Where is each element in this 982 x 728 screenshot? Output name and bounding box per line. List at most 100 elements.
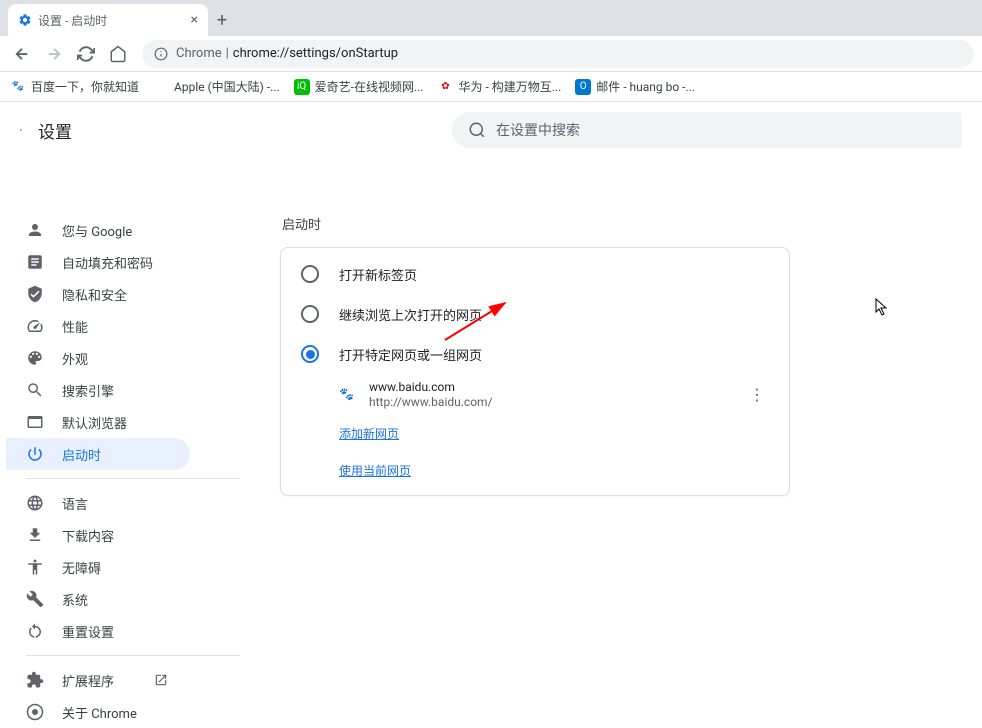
- reload-button[interactable]: [72, 40, 100, 68]
- sidebar-item-label: 隐私和安全: [62, 285, 127, 304]
- radio-option-new-tab[interactable]: 打开新标签页: [281, 254, 789, 294]
- browser-icon: [26, 413, 44, 431]
- baidu-favicon-icon: 🐾: [339, 387, 355, 403]
- sidebar-item-search-engine[interactable]: 搜索引擎: [6, 374, 190, 406]
- sidebar-item-label: 启动时: [62, 445, 101, 464]
- bookmark-label: 华为 - 构建万物互...: [458, 78, 561, 95]
- sidebar-item-autofill[interactable]: 自动填充和密码: [6, 246, 190, 278]
- sidebar-item-about[interactable]: 关于 Chrome: [6, 696, 190, 728]
- speed-icon: [26, 317, 44, 335]
- sidebar-item-privacy[interactable]: 隐私和安全: [6, 278, 190, 310]
- radio-icon: [301, 305, 319, 323]
- search-placeholder: 在设置中搜索: [496, 120, 580, 140]
- bookmark-iqiyi[interactable]: iQ 爱奇艺-在线视频网...: [294, 78, 424, 95]
- bookmarks-bar: 🐾 百度一下，你就知道 Apple (中国大陆) -... iQ 爱奇艺-在线视…: [0, 72, 982, 102]
- extension-icon: [26, 671, 44, 689]
- person-icon: [26, 221, 44, 239]
- search-icon: [26, 381, 44, 399]
- sidebar-item-label: 重置设置: [62, 622, 114, 641]
- home-icon: [109, 45, 127, 63]
- bookmark-label: 百度一下，你就知道: [31, 78, 139, 95]
- radio-label: 打开特定网页或一组网页: [339, 345, 482, 364]
- sidebar-item-label: 搜索引擎: [62, 381, 114, 400]
- sidebar-item-label: 性能: [62, 317, 88, 336]
- info-icon: [154, 47, 168, 61]
- home-button[interactable]: [104, 40, 132, 68]
- more-options-button[interactable]: ⋮: [745, 385, 769, 404]
- page-name: www.baidu.com: [369, 380, 731, 394]
- reset-icon: [26, 622, 44, 640]
- autofill-icon: [26, 253, 44, 271]
- bookmark-label: 爱奇艺-在线视频网...: [315, 78, 424, 95]
- page-title: 设置: [38, 118, 72, 143]
- settings-header: 设置 在设置中搜索: [0, 102, 982, 158]
- browser-tab[interactable]: 设置 - 启动时 ×: [8, 4, 208, 36]
- radio-label: 继续浏览上次打开的网页: [339, 305, 482, 324]
- bookmark-apple[interactable]: Apple (中国大陆) -...: [153, 78, 280, 95]
- search-icon: [468, 121, 486, 139]
- sidebar-item-you-and-google[interactable]: 您与 Google: [6, 214, 190, 246]
- bookmark-baidu[interactable]: 🐾 百度一下，你就知道: [10, 78, 139, 95]
- sidebar-item-label: 外观: [62, 349, 88, 368]
- tab-strip: 设置 - 启动时 × +: [0, 0, 982, 36]
- startup-card: 打开新标签页 继续浏览上次打开的网页 打开特定网页或一组网页 🐾 www.bai…: [280, 247, 790, 496]
- iqiyi-icon: iQ: [294, 79, 310, 95]
- sidebar-item-downloads[interactable]: 下载内容: [6, 519, 190, 551]
- bookmark-label: 邮件 - huang bo -...: [596, 78, 695, 95]
- forward-button[interactable]: [40, 40, 68, 68]
- close-icon[interactable]: ×: [191, 12, 198, 28]
- sidebar-item-system[interactable]: 系统: [6, 583, 190, 615]
- sidebar-item-label: 无障碍: [62, 558, 101, 577]
- sidebar-item-appearance[interactable]: 外观: [6, 342, 190, 374]
- radio-icon: [301, 345, 319, 363]
- sidebar-item-performance[interactable]: 性能: [6, 310, 190, 342]
- sidebar-item-startup[interactable]: 启动时: [6, 438, 190, 470]
- settings-sidebar: 您与 Google 自动填充和密码 隐私和安全 性能 外观 搜索引擎 默认浏览器: [0, 158, 260, 653]
- radio-option-continue[interactable]: 继续浏览上次打开的网页: [281, 294, 789, 334]
- address-url: chrome://settings/onStartup: [233, 46, 398, 61]
- arrow-right-icon: [45, 45, 63, 63]
- outlook-icon: O: [575, 79, 591, 95]
- bookmark-outlook[interactable]: O 邮件 - huang bo -...: [575, 78, 695, 95]
- sidebar-item-label: 默认浏览器: [62, 413, 127, 432]
- address-bar[interactable]: Chrome | chrome://settings/onStartup: [142, 40, 974, 68]
- radio-option-specific-pages[interactable]: 打开特定网页或一组网页: [281, 334, 789, 374]
- huawei-icon: ✿: [437, 79, 453, 95]
- chrome-icon: [26, 703, 44, 721]
- globe-icon: [26, 494, 44, 512]
- add-page-link[interactable]: 添加新网页: [339, 427, 399, 441]
- startup-page-row: 🐾 www.baidu.com http://www.baidu.com/ ⋮: [281, 374, 789, 415]
- sidebar-item-default-browser[interactable]: 默认浏览器: [6, 406, 190, 438]
- sidebar-item-label: 系统: [62, 590, 88, 609]
- wrench-icon: [26, 590, 44, 608]
- paw-icon: 🐾: [10, 79, 26, 95]
- back-button[interactable]: [8, 40, 36, 68]
- bookmark-huawei[interactable]: ✿ 华为 - 构建万物互...: [437, 78, 561, 95]
- bookmark-label: Apple (中国大陆) -...: [174, 78, 280, 95]
- apple-icon: [153, 79, 169, 95]
- sidebar-item-label: 您与 Google: [62, 221, 132, 240]
- sidebar-item-label: 下载内容: [62, 526, 114, 545]
- accessibility-icon: [26, 558, 44, 576]
- sidebar-item-languages[interactable]: 语言: [6, 487, 190, 519]
- sidebar-item-label: 语言: [62, 494, 88, 513]
- sidebar-divider: [26, 655, 240, 656]
- radio-label: 打开新标签页: [339, 265, 417, 284]
- sidebar-item-reset[interactable]: 重置设置: [6, 615, 190, 647]
- tab-title: 设置 - 启动时: [38, 12, 107, 29]
- reload-icon: [77, 45, 95, 63]
- radio-icon: [301, 265, 319, 283]
- sidebar-item-extensions[interactable]: 扩展程序: [6, 664, 190, 696]
- address-separator: |: [226, 46, 229, 61]
- sidebar-divider: [26, 478, 240, 479]
- settings-search[interactable]: 在设置中搜索: [452, 112, 962, 148]
- browser-chrome: 设置 - 启动时 × + Chrome | chrome://settings/…: [0, 0, 982, 102]
- page-url: http://www.baidu.com/: [369, 395, 731, 409]
- sidebar-item-label: 自动填充和密码: [62, 253, 153, 272]
- browser-toolbar: Chrome | chrome://settings/onStartup: [0, 36, 982, 72]
- use-current-link-row: 使用当前网页: [281, 452, 789, 489]
- new-tab-button[interactable]: +: [208, 6, 236, 34]
- use-current-pages-link[interactable]: 使用当前网页: [339, 464, 411, 478]
- sidebar-item-accessibility[interactable]: 无障碍: [6, 551, 190, 583]
- arrow-left-icon: [13, 45, 31, 63]
